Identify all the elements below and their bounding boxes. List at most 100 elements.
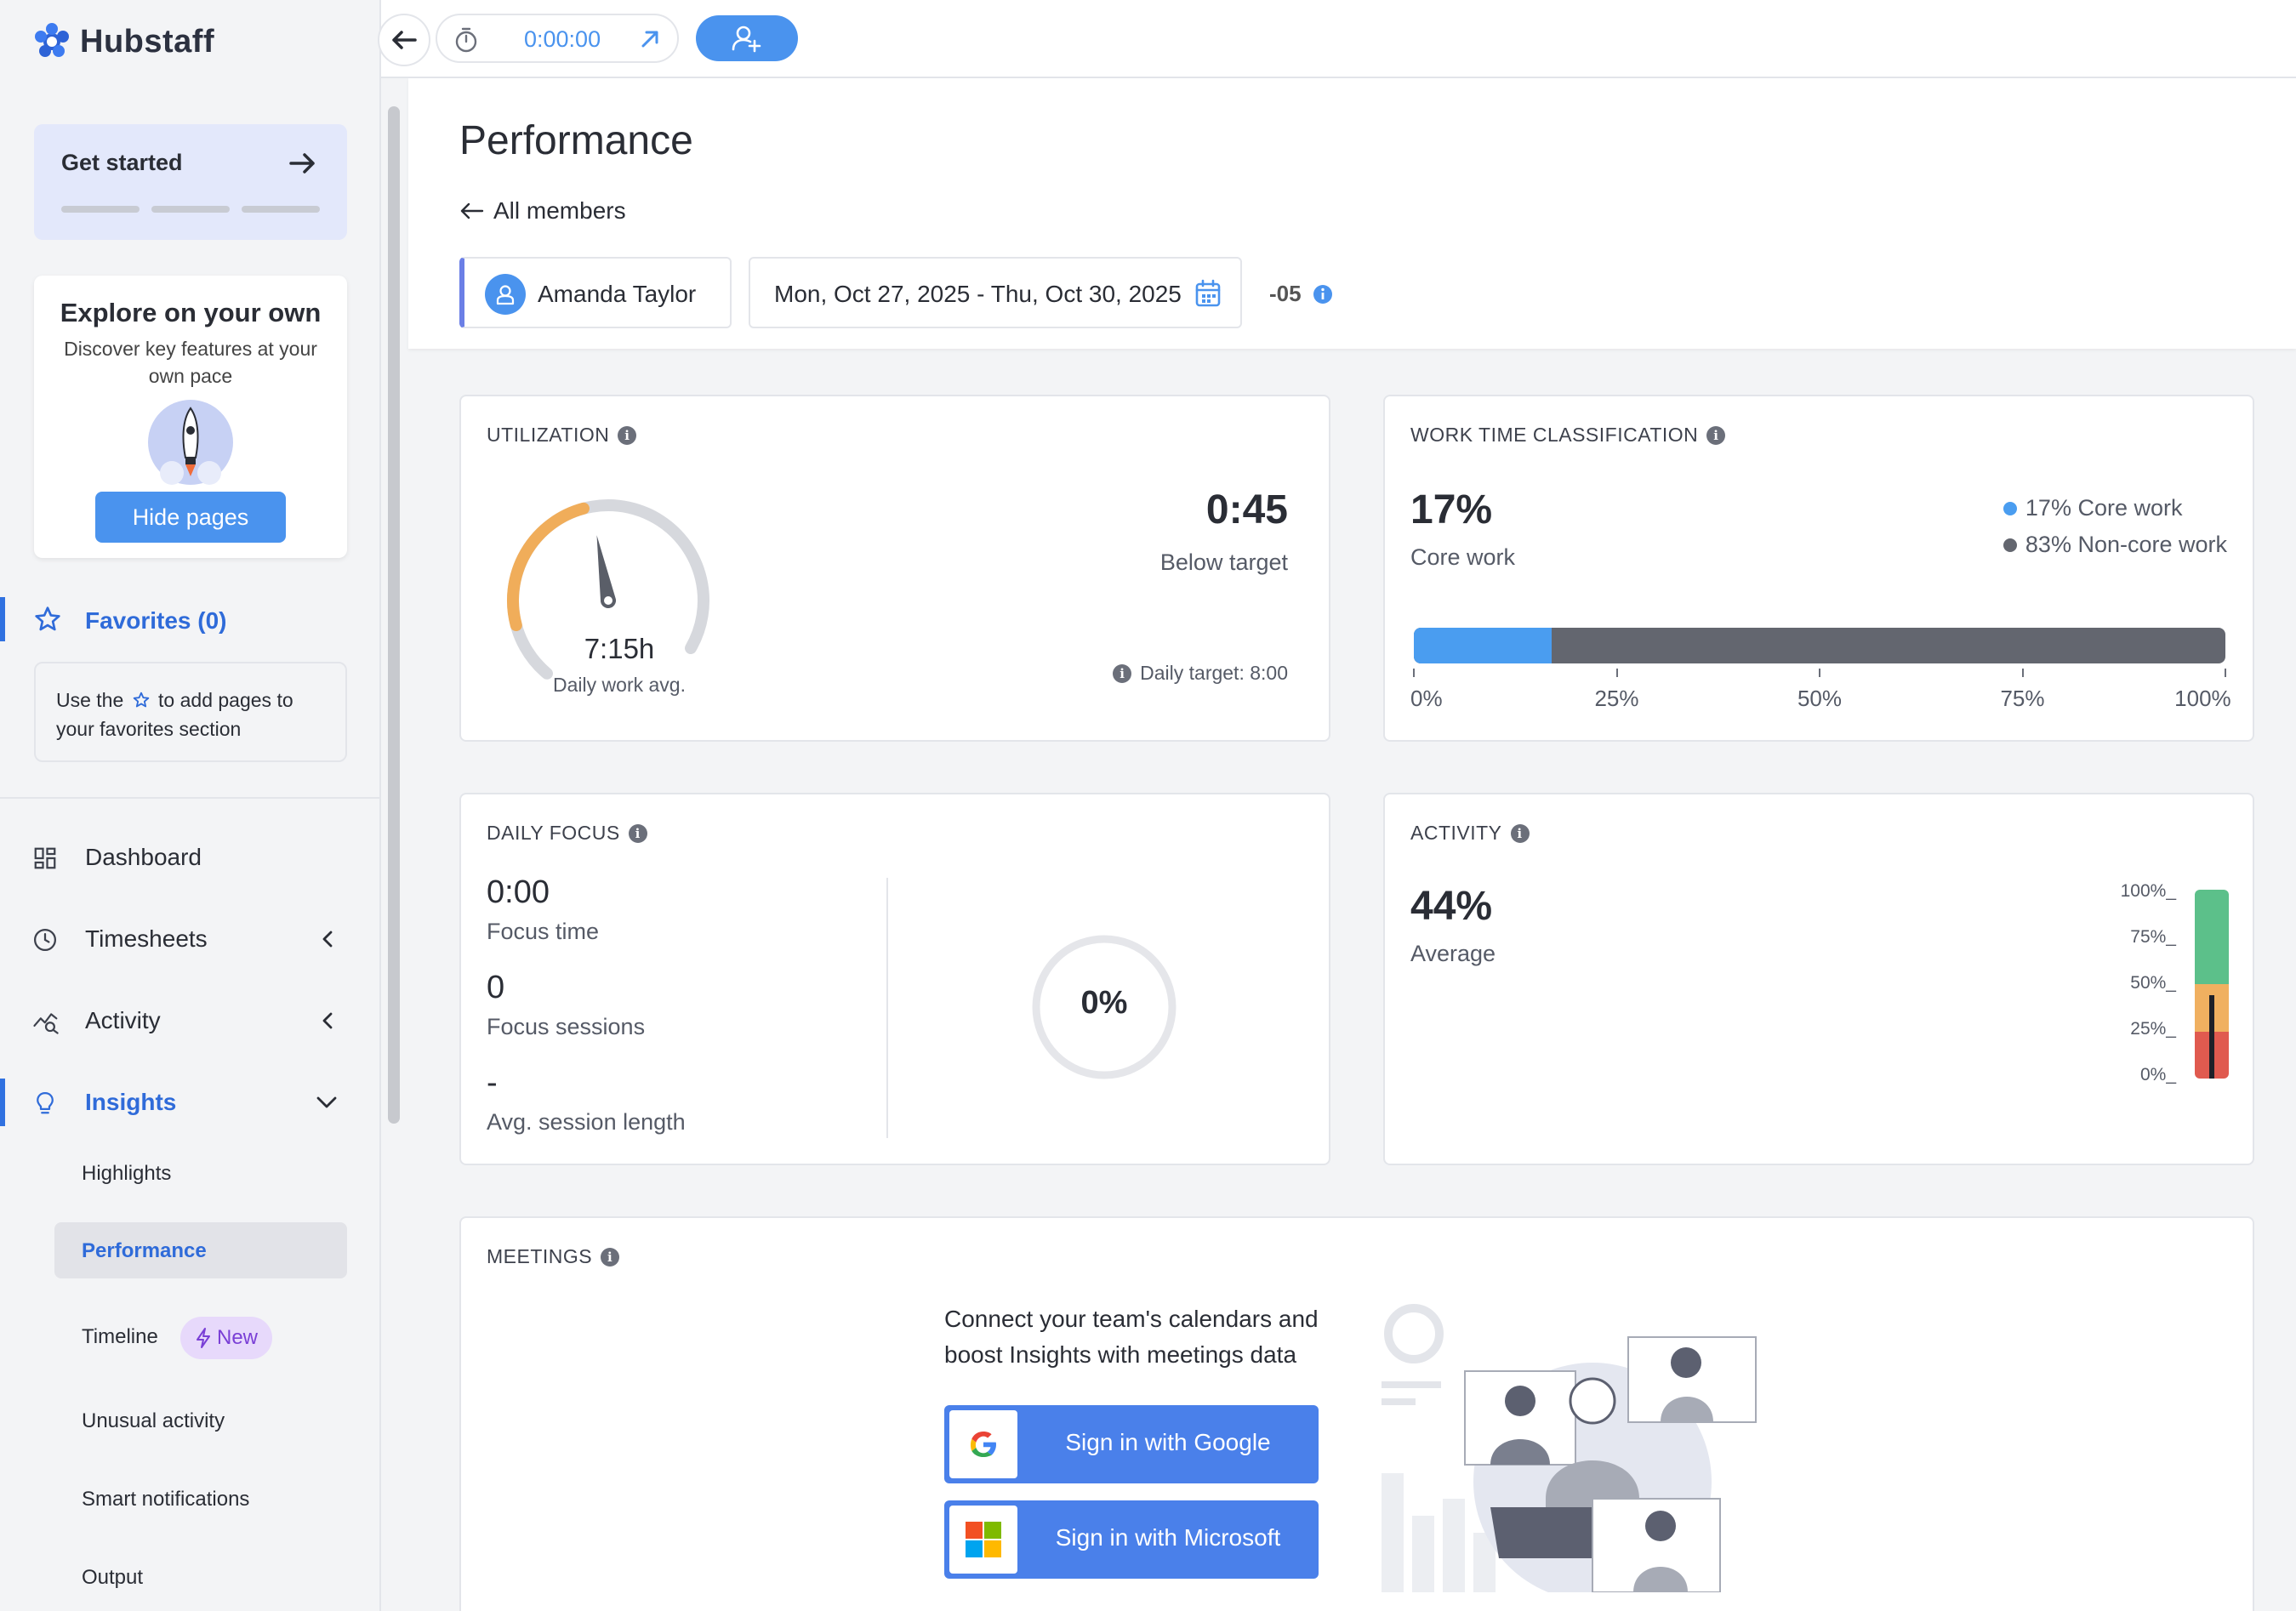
utilization-status: Below target (1159, 549, 1288, 575)
info-icon[interactable]: i (628, 823, 647, 843)
work-time-card: WORK TIME CLASSIFICATION i 17% Core work… (1383, 395, 2254, 742)
hubstaff-logo[interactable]: Hubstaff (32, 22, 214, 61)
info-icon[interactable]: i (1706, 425, 1726, 445)
new-badge-label: New (216, 1326, 258, 1349)
activity-scale-label: 100%_ (2120, 881, 2176, 901)
sign-in-microsoft-button[interactable]: Sign in with Microsoft (944, 1500, 1319, 1579)
microsoft-icon (966, 1522, 1001, 1557)
calendar-icon (1195, 279, 1221, 307)
activity-icon (33, 1013, 59, 1034)
activity-meter (2195, 890, 2229, 1079)
sidebar-item-activity[interactable]: Activity (0, 993, 379, 1048)
card-title: DAILY FOCUS i (487, 822, 647, 845)
meetings-description: Connect your team's calendars and boost … (944, 1306, 1319, 1368)
info-icon[interactable]: i (618, 425, 637, 445)
sidebar-subitem-label: Performance (82, 1239, 207, 1262)
arrow-left-icon (460, 202, 484, 219)
sidebar-scrollbar[interactable] (388, 106, 400, 1124)
info-icon[interactable]: i (1113, 663, 1132, 683)
progress-step (61, 206, 140, 213)
invite-member-button[interactable] (696, 15, 798, 61)
active-indicator (0, 597, 5, 641)
expand-arrow-icon[interactable] (638, 27, 662, 51)
gauge-fill (507, 502, 590, 631)
info-icon[interactable]: i (1510, 823, 1530, 843)
activity-scale-label: 75%_ (2130, 927, 2176, 947)
activity-label: Average (1410, 941, 1496, 966)
activity-scale-label: 25%_ (2130, 1019, 2176, 1039)
microsoft-button-label: Sign in with Microsoft (1055, 1524, 1281, 1551)
sidebar-subitem-performance[interactable]: Performance (54, 1222, 347, 1278)
active-indicator (0, 1079, 5, 1126)
axis-tick-label: 25% (1594, 686, 1639, 711)
sidebar-subitem-label: Smart notifications (82, 1488, 250, 1511)
activity-value: 44% (1410, 884, 1493, 929)
member-selector[interactable]: Amanda Taylor (459, 257, 732, 328)
sidebar-subitem-timeline[interactable]: Timeline New (54, 1308, 347, 1364)
progress-step (151, 206, 230, 213)
member-name: Amanda Taylor (538, 281, 697, 307)
favorites-header[interactable]: Favorites (0) (0, 595, 379, 645)
app-name: Hubstaff (80, 23, 215, 60)
stopwatch-icon (455, 27, 477, 53)
focus-time-label: Focus time (487, 919, 600, 944)
all-members-link[interactable]: All members (459, 197, 626, 225)
avatar (485, 274, 526, 315)
sidebar-subitem-output[interactable]: Output (54, 1549, 347, 1605)
activity-card: ACTIVITY i 44% Average 100%_ 75%_ 50%_ 25%_… (1383, 793, 2254, 1165)
axis-tick-label: 0% (1410, 686, 1443, 711)
sidebar-item-timesheets[interactable]: Timesheets (0, 912, 379, 966)
axis-tick-label: 100% (2174, 686, 2231, 711)
legend-label: 17% Core work (2025, 495, 2183, 521)
star-icon (35, 606, 60, 631)
date-range-value: Mon, Oct 27, 2025 - Thu, Oct 30, 2025 (774, 281, 1182, 307)
arrow-right-icon (289, 153, 315, 174)
focus-sessions-value: 0 (487, 970, 505, 1005)
sidebar-item-insights[interactable]: Insights (0, 1075, 379, 1130)
date-range-picker[interactable]: Mon, Oct 27, 2025 - Thu, Oct 30, 2025 (749, 257, 1242, 328)
favorites-label: Favorites (0) (85, 607, 227, 634)
add-user-icon (732, 26, 761, 53)
sidebar-item-dashboard[interactable]: Dashboard (0, 830, 379, 885)
work-time-title: WORK TIME CLASSIFICATION (1410, 424, 1699, 446)
sidebar-subitem-highlights[interactable]: Highlights (54, 1145, 347, 1201)
meter-high-zone (2195, 890, 2229, 984)
hide-pages-button[interactable]: Hide pages (95, 492, 286, 543)
arrow-left-icon (392, 31, 417, 49)
axis-tick (2225, 669, 2226, 677)
sidebar-subitem-label: Timeline (82, 1325, 158, 1348)
daily-focus-title: DAILY FOCUS (487, 822, 620, 844)
explore-subtitle: Discover key features at your own pace (64, 338, 317, 387)
avg-session-length-label: Avg. session length (487, 1109, 686, 1135)
chevron-left-icon[interactable] (318, 929, 339, 949)
collapse-sidebar-button[interactable] (378, 14, 430, 66)
axis-tick (1819, 669, 1820, 677)
activity-title: ACTIVITY (1410, 822, 1502, 844)
get-started-card[interactable]: Get started (34, 124, 347, 240)
axis-tick (1615, 669, 1618, 677)
sidebar-item-label: Activity (85, 1007, 161, 1033)
sidebar-subitem-unusual-activity[interactable]: Unusual activity (54, 1392, 347, 1449)
avg-session-length-value: - (487, 1065, 498, 1101)
explore-title: Explore on your own (60, 298, 322, 327)
utilization-card: UTILIZATION i 7:15h Daily work avg. 0:45… (459, 395, 1330, 742)
sign-in-google-button[interactable]: Sign in with Google (944, 1405, 1319, 1483)
chevron-left-icon[interactable] (318, 1010, 339, 1031)
info-icon[interactable]: i (601, 1247, 620, 1267)
meetings-illustration (1382, 1304, 1757, 1592)
sidebar-subitem-label: Highlights (82, 1162, 172, 1185)
app-root: Hubstaff Get started Explore on your own… (0, 0, 2296, 1611)
new-badge: New (180, 1317, 272, 1359)
favorites-hint: Use the to add pages to your favorites s… (34, 662, 347, 762)
sidebar-subitem-smart-notifications[interactable]: Smart notifications (54, 1471, 347, 1527)
timer-widget[interactable]: 0:00:00 (436, 14, 679, 63)
all-members-label: All members (493, 197, 626, 224)
daily-target-label: Daily target: 8:00 (1140, 662, 1288, 684)
daily-target: i Daily target: 8:00 (1113, 662, 1288, 685)
sidebar-subitem-label: Unusual activity (82, 1409, 225, 1432)
info-icon[interactable] (1312, 283, 1334, 305)
legend-label: 83% Non-core work (2025, 532, 2227, 557)
chevron-down-icon[interactable] (315, 1092, 339, 1113)
hubstaff-logo-icon (35, 23, 69, 57)
card-title: ACTIVITY i (1410, 822, 1530, 845)
